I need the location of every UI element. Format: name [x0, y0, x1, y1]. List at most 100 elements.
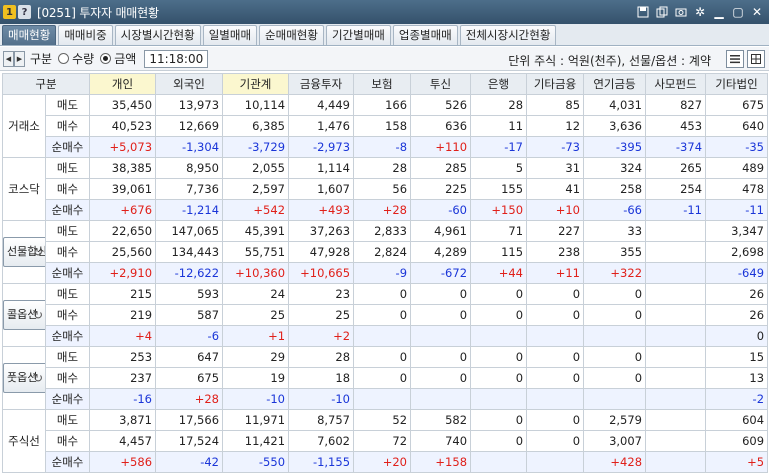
cell-value: +428 — [583, 451, 647, 473]
radio-amount-dot[interactable] — [100, 53, 112, 64]
refresh-icon[interactable]: ↻ — [33, 371, 43, 385]
group-button[interactable]: 선물합산 ↻ — [3, 237, 45, 267]
cell-value: +322 — [583, 262, 647, 284]
close-icon[interactable]: ✕ — [749, 4, 765, 20]
group-button[interactable]: 풋옵션 ↻ — [3, 363, 45, 393]
column-header[interactable]: 투신 — [410, 73, 472, 95]
group-label: 거래소 — [2, 94, 46, 158]
cell-value — [645, 325, 707, 347]
row-type-label: 순매수 — [44, 388, 91, 410]
cell-value: 636 — [410, 115, 472, 137]
row-type-label: 매수 — [44, 367, 91, 389]
group-button[interactable]: 콜옵션 ↻ — [3, 300, 45, 330]
cell-value: 3,871 — [89, 409, 157, 431]
cell-value: 0 — [526, 430, 585, 452]
refresh-icon[interactable]: ↻ — [33, 245, 43, 259]
column-header[interactable]: 금융투자 — [288, 73, 355, 95]
cell-value: 0 — [353, 304, 412, 326]
cell-value: 258 — [583, 178, 647, 200]
next-arrow-icon[interactable]: ▶ — [14, 50, 25, 67]
tab-7[interactable]: 전체시장시간현황 — [459, 25, 557, 45]
maximize-icon[interactable]: ▢ — [730, 4, 746, 20]
table-row: 주식선 매도 3,871 17,566 11,971 8,757 52 582 0 0 2,579 6… — [2, 409, 769, 473]
cell-value: 28 — [353, 157, 412, 179]
column-header[interactable]: 연기금등 — [583, 73, 647, 95]
column-header[interactable]: 개인 — [89, 73, 157, 95]
cell-value — [645, 451, 707, 473]
cell-value: 10,114 — [222, 94, 290, 116]
camera-icon[interactable] — [673, 4, 689, 20]
cell-value: 489 — [705, 157, 769, 179]
tab-2[interactable]: 시장별시간현황 — [114, 25, 201, 45]
tab-3[interactable]: 일별매매 — [202, 25, 258, 45]
radio-quantity-dot[interactable] — [58, 53, 70, 64]
column-header[interactable]: 기타금융 — [526, 73, 585, 95]
cell-value: +150 — [470, 199, 528, 221]
cell-value: 478 — [705, 178, 769, 200]
unit-note: 단위 주식 : 억원(천주), 선물/옵션 : 계약 — [508, 54, 711, 68]
cell-value: -3,729 — [222, 136, 290, 158]
column-header[interactable]: 기타법인 — [705, 73, 769, 95]
refresh-icon[interactable]: ↻ — [33, 308, 43, 322]
cell-value: 2,698 — [705, 241, 769, 263]
cell-value: +28 — [155, 388, 224, 410]
cell-value: 13 — [705, 367, 769, 389]
radio-amount[interactable]: 금액 — [100, 50, 136, 67]
tab-4[interactable]: 순매매현황 — [259, 25, 324, 45]
cell-value: 19 — [222, 367, 290, 389]
cell-value: 827 — [645, 94, 707, 116]
cell-value: 675 — [155, 367, 224, 389]
tab-6[interactable]: 업종별매매 — [392, 25, 458, 45]
cell-value: 1,476 — [288, 115, 355, 137]
column-header[interactable]: 구분 — [1, 73, 91, 95]
group-label[interactable]: 콜옵션 ↻ — [2, 283, 46, 347]
cell-value: 2,579 — [583, 409, 647, 431]
row-type-label: 매수 — [44, 115, 91, 137]
row-type-label: 매도 — [44, 157, 91, 179]
cell-value: +2,910 — [89, 262, 157, 284]
group-label[interactable]: 선물합산 ↻ — [2, 220, 46, 284]
cell-value: 3,347 — [705, 220, 769, 242]
tab-0[interactable]: 매매현황 — [2, 25, 57, 45]
column-header[interactable]: 외국인 — [155, 73, 224, 95]
prev-arrow-icon[interactable]: ◀ — [3, 50, 14, 67]
cell-value: 355 — [583, 241, 647, 263]
radio-quantity[interactable]: 수량 — [58, 50, 94, 67]
column-header[interactable]: 보험 — [353, 73, 412, 95]
column-header[interactable]: 기관계 — [222, 73, 290, 95]
cell-value: 45,391 — [222, 220, 290, 242]
cell-value: 7,602 — [288, 430, 355, 452]
radio-amount-label: 금액 — [114, 52, 137, 66]
copy-icon[interactable] — [654, 4, 670, 20]
cell-value: 8,757 — [288, 409, 355, 431]
tab-5[interactable]: 기간별매매 — [325, 25, 391, 45]
cell-value — [410, 325, 472, 347]
cell-value — [645, 241, 707, 263]
cell-value: 29 — [222, 346, 290, 368]
table-row: 순매수 +676 -1,214 +542 +493 +28 -60 +150 +10 -66 -11… — [3, 199, 769, 221]
time-input[interactable]: 11:18:00 — [144, 49, 209, 68]
help-icon[interactable]: ? — [18, 5, 31, 19]
cell-value: 12 — [526, 115, 585, 137]
window-title: [0251] 투자자 매매현황 — [37, 5, 159, 20]
minimize-icon[interactable]: ▁ — [711, 4, 727, 20]
row-type-label: 순매수 — [44, 199, 91, 221]
list-view-icon[interactable] — [726, 50, 744, 68]
investor-trading-table: 구분 개인 외국인 기관계 금융투자 보험 투신 은행 기타금융 연기금등 사모펀드 기타법인 거래소… — [1, 73, 769, 473]
cell-value: 453 — [645, 115, 707, 137]
save-icon[interactable] — [635, 4, 651, 20]
cell-value: 1,114 — [288, 157, 355, 179]
cell-value: +5,073 — [89, 136, 157, 158]
cell-value: +158 — [410, 451, 472, 473]
group-label[interactable]: 풋옵션 ↻ — [2, 346, 46, 410]
cell-value: 253 — [89, 346, 157, 368]
column-header[interactable]: 은행 — [470, 73, 528, 95]
cell-value: 2,833 — [353, 220, 412, 242]
column-header[interactable]: 사모펀드 — [645, 73, 707, 95]
grid-view-icon[interactable] — [747, 50, 765, 68]
tab-1[interactable]: 매매비중 — [58, 25, 113, 45]
gear-icon[interactable]: ✲ — [692, 4, 708, 20]
row-type-label: 순매수 — [44, 136, 91, 158]
cell-value: -550 — [222, 451, 290, 473]
cell-value: 0 — [410, 283, 472, 305]
